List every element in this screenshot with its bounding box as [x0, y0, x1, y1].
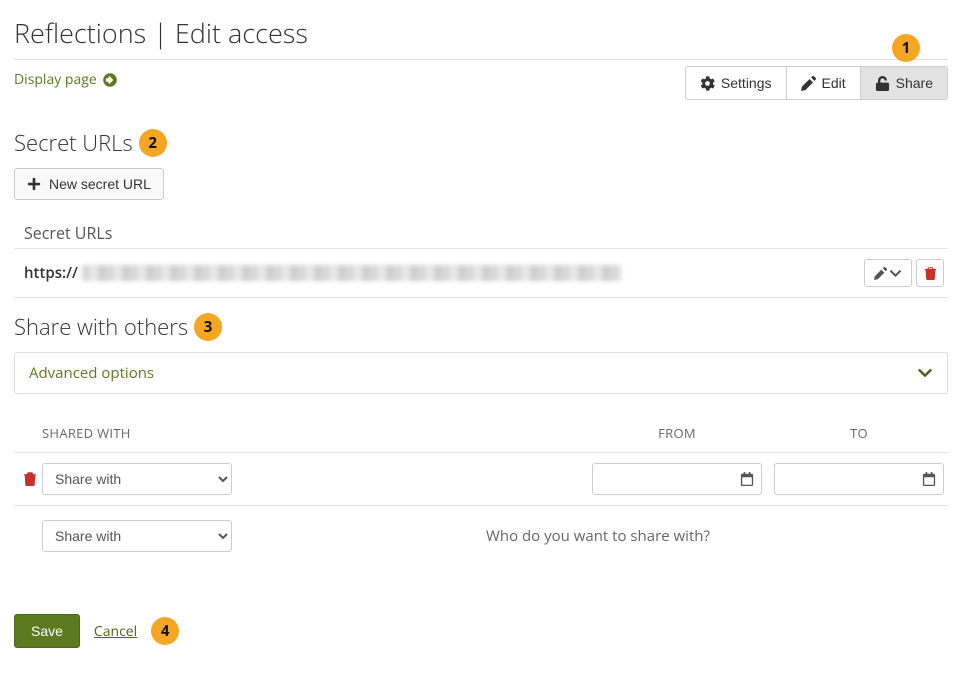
delete-secret-url-button[interactable]: [916, 259, 944, 287]
trash-icon: [23, 472, 37, 486]
col-to: TO: [774, 424, 944, 442]
advanced-options-label: Advanced options: [29, 363, 154, 383]
plus-icon: [27, 177, 41, 191]
secret-url-row: https://: [14, 248, 948, 298]
share-with-select[interactable]: Share with: [42, 463, 232, 495]
annotation-3: 3: [194, 313, 222, 341]
advanced-options-toggle[interactable]: Advanced options: [14, 352, 948, 394]
secret-url-prefix: https://: [24, 263, 78, 283]
page-title: Reflections | Edit access: [14, 14, 948, 55]
tab-share[interactable]: Share: [860, 67, 947, 99]
save-button[interactable]: Save: [14, 614, 80, 648]
chevron-down-icon: [917, 365, 933, 381]
tab-settings[interactable]: Settings: [686, 67, 786, 99]
secret-urls-heading: Secret URLs 2: [14, 128, 948, 158]
tab-edit[interactable]: Edit: [786, 67, 860, 99]
secret-urls-heading-text: Secret URLs: [14, 128, 133, 158]
secret-url-redacted: [82, 265, 622, 281]
share-with-select-new[interactable]: Share with: [42, 520, 232, 552]
annotation-1: 1: [892, 34, 920, 62]
share-heading-text: Share with others: [14, 312, 188, 342]
gear-icon: [700, 76, 715, 91]
remove-share-button[interactable]: [18, 472, 42, 486]
display-page-link[interactable]: Display page: [14, 66, 117, 89]
tab-edit-label: Edit: [822, 75, 846, 91]
arrow-circle-right-icon: [103, 73, 117, 87]
to-date-input[interactable]: [774, 463, 944, 495]
share-prompt-text: Who do you want to share with?: [252, 526, 944, 546]
secret-url-text: https://: [24, 263, 622, 283]
secret-urls-list-label: Secret URLs: [24, 222, 948, 244]
share-with-others-heading: Share with others 3: [14, 312, 948, 342]
annotation-4: 4: [151, 617, 179, 645]
pencil-icon: [801, 76, 816, 91]
title-divider: [14, 59, 948, 60]
annotation-2: 2: [139, 129, 167, 157]
tab-settings-label: Settings: [721, 75, 772, 91]
chevron-down-icon: [889, 267, 902, 280]
edit-secret-url-button[interactable]: [864, 259, 912, 287]
col-shared-with: SHARED WITH: [18, 424, 252, 442]
page-tabs: Settings Edit Share: [685, 66, 948, 100]
from-date-input[interactable]: [592, 463, 762, 495]
new-secret-url-button[interactable]: New secret URL: [14, 168, 164, 200]
display-page-label: Display page: [14, 70, 97, 89]
tab-share-label: Share: [896, 75, 933, 91]
unlock-icon: [875, 76, 890, 91]
share-row-new: Share with Who do you want to share with…: [14, 506, 948, 562]
share-row: Share with: [14, 453, 948, 506]
cancel-link[interactable]: Cancel: [94, 622, 137, 641]
share-table-header: SHARED WITH FROM TO: [14, 414, 948, 453]
col-from: FROM: [592, 424, 762, 442]
new-secret-url-label: New secret URL: [49, 176, 151, 192]
trash-icon: [924, 267, 937, 280]
pencil-icon: [874, 267, 887, 280]
